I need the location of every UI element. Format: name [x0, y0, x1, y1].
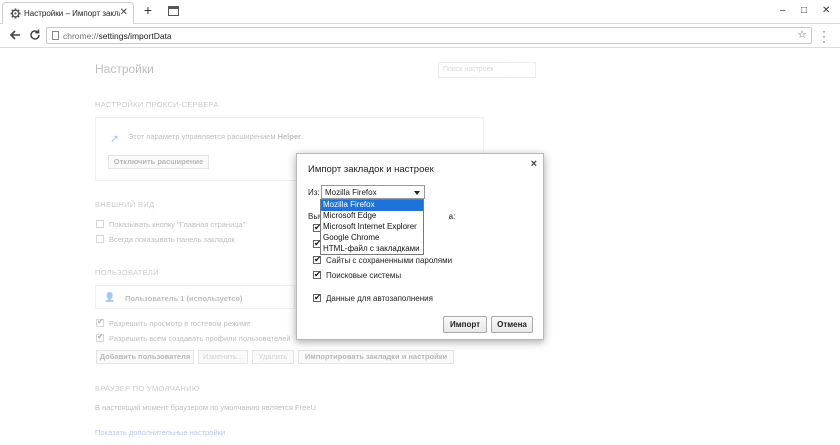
import-item-label: Поисковые системы: [326, 271, 402, 280]
new-tab-button[interactable]: +: [141, 3, 155, 18]
back-arrow-icon[interactable]: [8, 28, 22, 42]
menu-icon[interactable]: · · ·: [821, 25, 827, 47]
user-name: Пользователь 1 (используется): [125, 294, 243, 303]
tab-strip: Настройки – Импорт закладок ✕ + – □ ✕: [0, 0, 840, 24]
show-advanced-link[interactable]: Показать дополнительные настройки: [95, 428, 225, 437]
appearance-section-header: ВНЕШНИЙ ВИД: [95, 200, 155, 209]
tab-overview-icon[interactable]: [168, 6, 179, 16]
url-path: settings/importData: [98, 31, 172, 41]
source-select-value: Mozilla Firefox: [325, 188, 377, 197]
proxy-text-prefix: Этот параметр управляется расширением: [128, 132, 276, 141]
delete-user-button[interactable]: Удалить: [252, 350, 294, 364]
edit-user-button[interactable]: Изменить...: [198, 350, 248, 364]
users-section-header: ПОЛЬЗОВАТЕЛИ: [95, 268, 159, 277]
dropdown-option-edge[interactable]: Microsoft Edge: [321, 211, 423, 222]
bookmarks-bar-label: Всегда показывать панель закладок: [109, 235, 235, 244]
cancel-button[interactable]: Отмена: [491, 316, 533, 333]
guest-mode-checkbox[interactable]: [96, 317, 104, 327]
settings-search-input[interactable]: Поиск настроек: [438, 62, 536, 78]
page-icon: [52, 31, 59, 40]
guest-mode-label: Разрешить просмотр в гостевом режиме: [109, 319, 251, 328]
import-item-label: Данные для автозаполнения: [326, 294, 433, 303]
source-dropdown-list: Mozilla Firefox Microsoft Edge Microsoft…: [320, 199, 424, 255]
checkbox[interactable]: [313, 292, 321, 303]
close-window-icon[interactable]: ✕: [822, 5, 830, 17]
import-button[interactable]: Импорт: [443, 316, 487, 333]
dialog-title: Импорт закладок и настроек: [308, 164, 434, 175]
default-browser-header: БРАУЗЕР ПО УМОЛЧАНИЮ: [95, 384, 200, 393]
maximize-icon[interactable]: □: [801, 5, 807, 17]
allow-profiles-label: Разрешить всем создавать профили пользов…: [109, 334, 291, 343]
section-label-end: а:: [448, 212, 456, 221]
tab-title: Настройки – Импорт закладок: [24, 9, 120, 18]
import-item-label: Сайты с сохраненными паролями: [326, 256, 453, 265]
checkbox[interactable]: [313, 269, 321, 280]
import-bookmarks-button[interactable]: Импортировать закладки и настройки: [298, 350, 454, 364]
checkbox[interactable]: [313, 254, 321, 265]
dropdown-option-html-file[interactable]: HTML-файл с закладками: [321, 244, 423, 255]
proxy-section-header: НАСТРОЙКИ ПРОКСИ-СЕРВЕРА: [95, 100, 219, 109]
allow-profiles-checkbox[interactable]: [96, 332, 104, 342]
star-icon[interactable]: ☆: [797, 29, 807, 42]
source-select[interactable]: Mozilla Firefox: [321, 185, 425, 199]
avatar-icon: 👤: [104, 292, 116, 302]
home-button-checkbox[interactable]: [96, 220, 104, 228]
chevron-down-icon: [414, 191, 420, 195]
disable-extension-button[interactable]: Отключить расширение: [108, 155, 209, 169]
bookmarks-bar-checkbox[interactable]: [96, 235, 104, 243]
dropdown-option-ie[interactable]: Microsoft Internet Explorer: [321, 222, 423, 233]
dropdown-option-firefox[interactable]: Mozilla Firefox: [321, 200, 423, 211]
browser-toolbar: chrome://settings/importData ☆ · · ·: [0, 24, 840, 48]
proxy-text: Этот параметр управляется расширением He…: [128, 132, 304, 141]
from-label: Из:: [308, 188, 320, 197]
url-scheme: chrome://: [63, 31, 99, 41]
home-button-label: Показывать кнопку "Главная страница": [109, 220, 246, 229]
proxy-ext-name: Helper: [277, 132, 301, 141]
tab-close-icon[interactable]: ✕: [120, 7, 128, 19]
extension-arrow-icon: ➚: [110, 133, 120, 145]
close-icon[interactable]: ×: [531, 158, 537, 170]
dropdown-option-chrome[interactable]: Google Chrome: [321, 233, 423, 244]
search-placeholder: Поиск настроек: [443, 66, 494, 73]
default-browser-text: В настоящий момент браузером по умолчани…: [95, 403, 318, 412]
tab-settings[interactable]: Настройки – Импорт закладок ✕: [2, 2, 134, 24]
minimize-icon[interactable]: –: [780, 5, 786, 17]
reload-icon[interactable]: [28, 28, 42, 42]
add-user-button[interactable]: Добавить пользователя: [96, 350, 194, 364]
url-text[interactable]: chrome://settings/importData: [63, 31, 172, 41]
gear-icon: [10, 8, 21, 19]
address-bar[interactable]: chrome://settings/importData ☆: [46, 27, 812, 44]
page-title: Настройки: [95, 62, 154, 76]
